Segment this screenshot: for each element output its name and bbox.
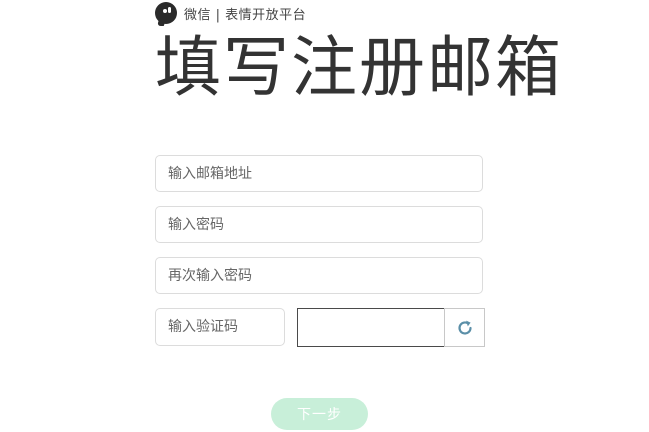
brand-header: 微信 | 表情开放平台 [155,2,306,24]
page-title: 填写注册邮箱 [155,29,563,106]
refresh-icon [457,320,472,335]
password-field[interactable] [155,206,483,243]
wechat-logo-icon [155,2,177,24]
password-confirm-field[interactable] [155,257,483,294]
captcha-refresh-button[interactable] [444,308,485,347]
next-button[interactable]: 下一步 [271,398,368,430]
captcha-input[interactable] [155,308,285,346]
email-field[interactable] [155,155,483,192]
brand-text: 微信 | 表情开放平台 [184,7,307,23]
captcha-image [297,308,445,347]
